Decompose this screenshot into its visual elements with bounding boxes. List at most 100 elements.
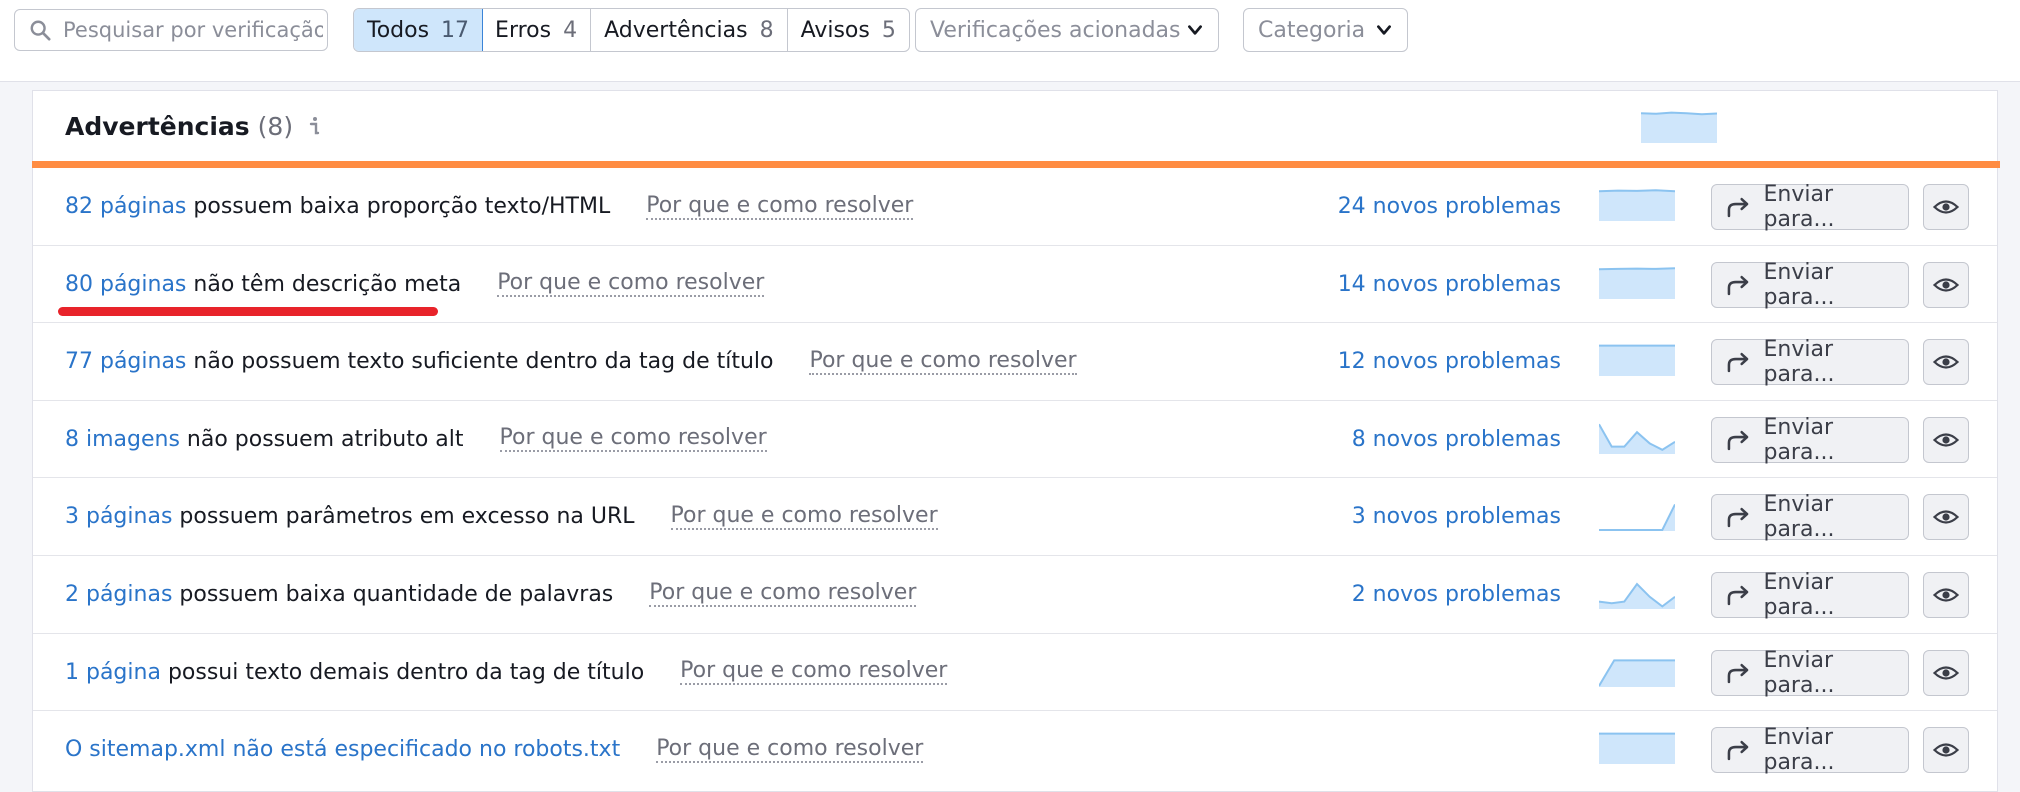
issue-row: 3 páginas possuem parâmetros em excesso …: [33, 478, 1997, 556]
send-to-button[interactable]: Enviar para...: [1711, 337, 1909, 387]
why-how-to-fix-link[interactable]: Por que e como resolver: [670, 503, 938, 530]
issue-row: 2 páginas possuem baixa quantidade de pa…: [33, 556, 1997, 634]
tab-todos[interactable]: Todos 17: [353, 9, 484, 51]
trend-sparkline: [1599, 504, 1675, 532]
issue-description: possuem baixa proporção texto/HTML: [193, 194, 611, 219]
eye-icon: [1933, 743, 1959, 757]
chevron-down-icon: [1188, 25, 1202, 35]
send-to-button[interactable]: Enviar para...: [1711, 570, 1909, 620]
trend-sparkline: [1599, 732, 1675, 765]
search-input[interactable]: [63, 18, 323, 42]
hide-issue-button[interactable]: [1923, 649, 1969, 696]
issue-pages-link[interactable]: 8 imagens: [65, 427, 180, 452]
tab-count: 5: [881, 17, 896, 43]
send-to-label: Enviar para...: [1763, 725, 1835, 776]
share-arrow-icon: [1727, 741, 1749, 761]
why-how-to-fix-link[interactable]: Por que e como resolver: [649, 581, 917, 608]
why-how-to-fix-link[interactable]: Por que e como resolver: [809, 348, 1077, 375]
send-to-button[interactable]: Enviar para...: [1711, 182, 1909, 232]
eye-icon: [1933, 588, 1959, 602]
issue-description: possuem parâmetros em excesso na URL: [179, 504, 635, 530]
tab-advertencias[interactable]: Advertências 8: [591, 9, 788, 51]
send-to-button[interactable]: Enviar para...: [1711, 725, 1909, 776]
issue-text: 82 páginas possuem baixa proporção texto…: [65, 168, 914, 245]
issue-description: não possuem texto suficiente dentro da t…: [193, 349, 774, 375]
issue-text: 2 páginas possuem baixa quantidade de pa…: [65, 556, 917, 633]
sparkline-area: [1641, 112, 1717, 143]
red-highlight-underline: [58, 307, 438, 316]
tab-label: Todos: [367, 17, 430, 43]
sparkline-area: [1599, 190, 1675, 221]
tab-avisos[interactable]: Avisos 5: [788, 9, 909, 51]
chevron-down-icon: [1377, 25, 1391, 35]
dropdown-label: Verificações acionadas: [930, 17, 1181, 43]
eye-icon: [1933, 200, 1959, 214]
share-arrow-icon: [1727, 353, 1749, 373]
eye-icon: [1933, 278, 1959, 292]
filter-bar: Todos 17 Erros 4 Advertências 8 Avisos 5…: [0, 0, 2020, 82]
trend-sparkline: [1599, 189, 1675, 221]
issue-pages-link[interactable]: 3 páginas: [65, 504, 172, 529]
new-issues-link[interactable]: 12 novos problemas: [1338, 323, 1561, 400]
why-how-to-fix-link[interactable]: Por que e como resolver: [499, 426, 767, 453]
sparkline-area: [1599, 267, 1675, 299]
hide-issue-button[interactable]: [1923, 416, 1969, 463]
eye-icon: [1933, 433, 1959, 447]
issue-text: O sitemap.xml não está especificado no r…: [65, 711, 924, 788]
warnings-panel: Advertências (8) 82 páginas possuem baix…: [32, 90, 2000, 792]
why-how-to-fix-link[interactable]: Por que e como resolver: [646, 193, 914, 220]
hide-issue-button[interactable]: [1923, 571, 1969, 618]
sparkline-area: [1599, 659, 1675, 687]
issue-list: 82 páginas possuem baixa proporção texto…: [33, 168, 1997, 789]
tab-count: 17: [441, 17, 470, 43]
send-to-button[interactable]: Enviar para...: [1711, 492, 1909, 543]
sparkline-line: [1599, 189, 1675, 193]
send-to-button[interactable]: Enviar para...: [1711, 260, 1909, 310]
warning-color-bar: [32, 161, 2000, 168]
new-issues-link[interactable]: 8 novos problemas: [1352, 401, 1561, 478]
why-how-to-fix-link[interactable]: Por que e como resolver: [497, 271, 765, 298]
issue-description: possuem baixa quantidade de palavras: [179, 581, 614, 607]
hide-issue-button[interactable]: [1923, 494, 1969, 541]
check-type-tabs: Todos 17 Erros 4 Advertências 8 Avisos 5: [353, 8, 910, 52]
trend-sparkline: [1599, 344, 1675, 377]
issue-text: 3 páginas possuem parâmetros em excesso …: [65, 478, 938, 555]
issue-pages-link[interactable]: O sitemap.xml não está especificado no r…: [65, 737, 620, 762]
send-to-label: Enviar para...: [1763, 492, 1835, 543]
share-arrow-icon: [1727, 585, 1749, 606]
share-arrow-icon: [1727, 663, 1749, 683]
new-issues-link[interactable]: 24 novos problemas: [1338, 168, 1561, 245]
issue-description: não têm descrição meta: [193, 271, 462, 297]
issue-pages-link[interactable]: 77 páginas: [65, 349, 186, 374]
issue-text: 1 página possui texto demais dentro da t…: [65, 634, 948, 711]
sparkline-line: [1599, 266, 1675, 270]
send-to-button[interactable]: Enviar para...: [1711, 648, 1909, 698]
issue-pages-link[interactable]: 1 página: [65, 660, 161, 685]
issue-pages-link[interactable]: 80 páginas: [65, 272, 186, 297]
issue-row: O sitemap.xml não está especificado no r…: [33, 711, 1997, 789]
category-dropdown[interactable]: Categoria: [1243, 8, 1408, 52]
triggered-checks-dropdown[interactable]: Verificações acionadas: [915, 8, 1219, 52]
tab-erros[interactable]: Erros 4: [482, 9, 592, 51]
issue-description: possui texto demais dentro da tag de tít…: [167, 659, 645, 685]
new-issues-link[interactable]: 3 novos problemas: [1352, 478, 1561, 555]
info-icon[interactable]: [305, 115, 323, 137]
hide-issue-button[interactable]: [1923, 261, 1969, 308]
tab-label: Avisos: [800, 17, 870, 43]
tab-label: Advertências: [604, 17, 748, 43]
issue-row: 82 páginas possuem baixa proporção texto…: [33, 168, 1997, 246]
send-to-button[interactable]: Enviar para...: [1711, 415, 1909, 465]
issue-pages-link[interactable]: 82 páginas: [65, 194, 186, 219]
why-how-to-fix-link[interactable]: Por que e como resolver: [656, 736, 924, 763]
panel-count: (8): [257, 111, 294, 141]
hide-issue-button[interactable]: [1923, 184, 1969, 230]
search-icon: [30, 20, 51, 41]
hide-issue-button[interactable]: [1923, 727, 1969, 774]
why-how-to-fix-link[interactable]: Por que e como resolver: [680, 659, 948, 686]
new-issues-link[interactable]: 2 novos problemas: [1352, 556, 1561, 633]
search-box[interactable]: [14, 9, 328, 51]
hide-issue-button[interactable]: [1923, 339, 1969, 386]
new-issues-link[interactable]: 14 novos problemas: [1338, 246, 1561, 323]
share-arrow-icon: [1727, 430, 1749, 450]
issue-pages-link[interactable]: 2 páginas: [65, 582, 172, 607]
